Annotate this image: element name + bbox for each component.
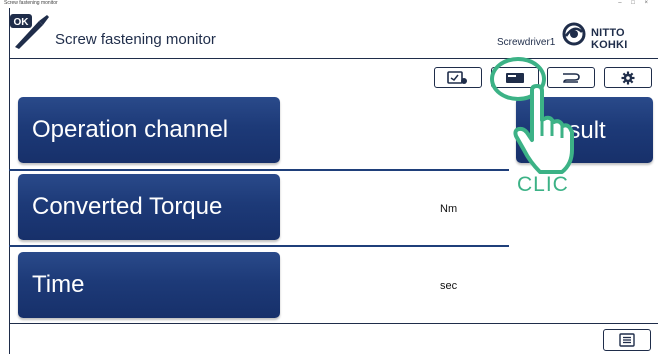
torque-unit: Nm [440,203,458,215]
device-name: Screwdriver1 [497,37,556,48]
row-divider [9,245,509,247]
settings-monitor-button[interactable] [434,67,482,88]
brand-logo-icon [562,22,586,46]
gear-icon [621,71,635,84]
logo-text: OK [14,17,30,28]
brand-name: NITTO KOHKI [591,27,628,51]
connection-icon [563,72,580,83]
app-window: Screw fastening monitor – □ × OK Screw f… [0,0,658,354]
window-border [9,8,10,354]
pointing-hand-icon [513,84,574,174]
window-title: Screw fastening monitor [4,0,58,6]
settings-button[interactable] [604,67,652,88]
header-divider [9,58,658,59]
operation-channel-label: Operation channel [32,116,229,143]
converted-torque-button[interactable]: Converted Torque [18,174,280,240]
time-label: Time [32,271,85,298]
app-title: Screw fastening monitor [55,31,216,48]
menu-button[interactable] [603,329,651,351]
operation-channel-button[interactable]: Operation channel [18,97,280,163]
window-controls[interactable]: – □ × [618,0,652,7]
settings-monitor-icon [447,70,467,84]
click-annotation: CLIC [517,173,569,196]
converted-torque-label: Converted Torque [32,193,223,220]
time-button[interactable]: Time [18,252,280,318]
footer-divider [9,323,658,324]
row-divider [9,169,509,171]
list-icon [619,333,635,347]
time-unit: sec [440,280,458,292]
ok-logo-icon: OK [10,14,49,49]
